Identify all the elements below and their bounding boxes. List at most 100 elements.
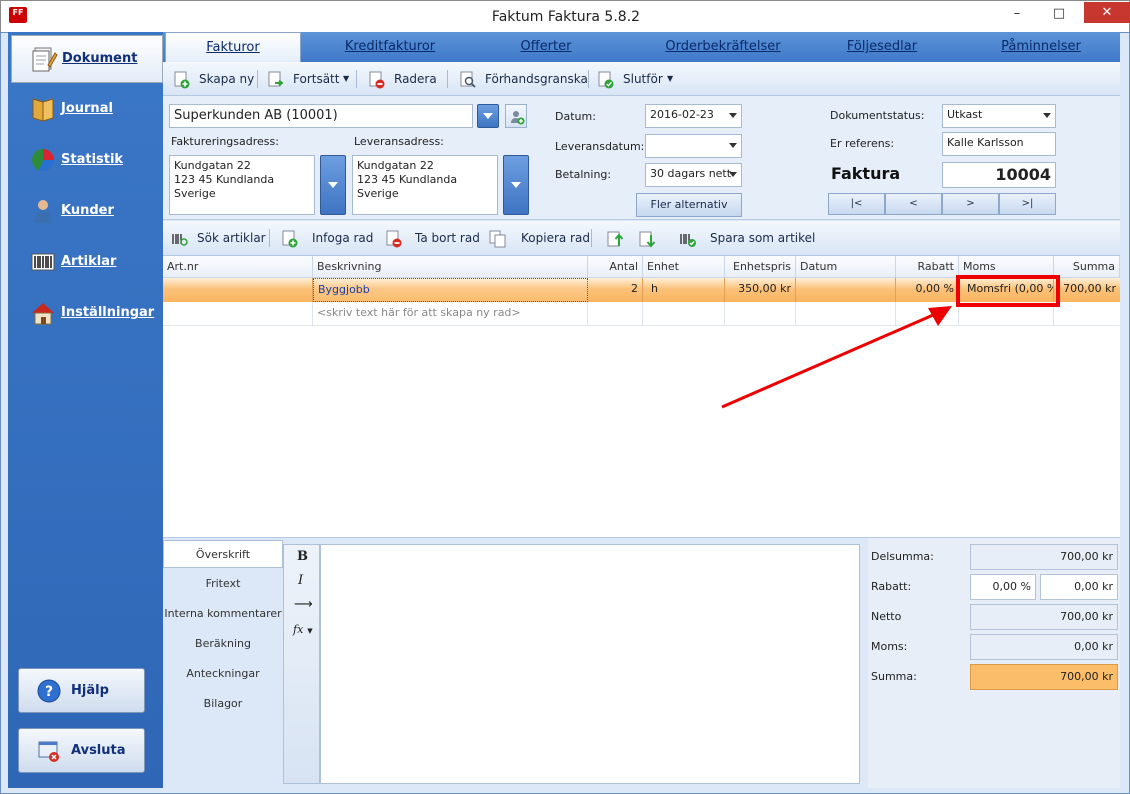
toolbar-separator — [356, 70, 357, 88]
search-articles-button[interactable]: Sök artiklar — [171, 223, 271, 253]
tab-overskrift[interactable]: Överskrift — [163, 540, 283, 568]
subtotal-label: Delsumma: — [871, 550, 934, 563]
discount-amount-field[interactable]: 0,00 kr — [1040, 574, 1118, 600]
tab-kreditfakturor[interactable]: Kreditfakturor — [303, 32, 477, 62]
reference-field[interactable]: Kalle Karlsson — [942, 132, 1056, 156]
save-as-article-label: Spara som artikel — [710, 231, 816, 245]
tab-bilagor[interactable]: Bilagor — [163, 690, 283, 718]
sidebar-item-statistik[interactable]: Statistik — [11, 137, 163, 185]
sidebar-item-installningar[interactable]: Inställningar — [11, 290, 163, 338]
address-line: Kundgatan 22 — [357, 159, 434, 172]
create-new-button[interactable]: Skapa ny — [173, 64, 254, 94]
chevron-down-icon — [729, 143, 737, 148]
delete-button[interactable]: Radera — [368, 64, 444, 94]
column-header-discount[interactable]: Rabatt — [896, 256, 959, 278]
customer-select[interactable]: Superkunden AB (10001) — [169, 104, 473, 128]
formula-button[interactable]: fx ▼ — [293, 623, 313, 636]
column-header-unit-price[interactable]: Enhetspris — [725, 256, 796, 278]
delivery-address-label: Leveransadress: — [354, 135, 444, 148]
new-row-cell[interactable] — [588, 302, 643, 326]
tab-interna-kommentarer[interactable]: Interna kommentarer — [163, 600, 283, 628]
finish-button[interactable]: Slutför ▼ — [597, 64, 677, 94]
tab-fakturor[interactable]: Fakturor — [165, 32, 301, 62]
column-header-qty[interactable]: Antal — [588, 256, 643, 278]
new-row-cell[interactable] — [1054, 302, 1120, 326]
copy-row-button[interactable]: Kopiera rad — [489, 223, 590, 253]
delete-label: Radera — [394, 72, 437, 86]
discount-label: Rabatt: — [871, 580, 912, 593]
payment-select[interactable]: 30 dagars nett — [645, 163, 742, 187]
add-customer-button[interactable] — [505, 104, 527, 128]
tab-label: Orderbekräftelser — [665, 39, 781, 54]
tab-foljesedlar[interactable]: Följesedlar — [831, 32, 933, 62]
continue-button[interactable]: Fortsätt ▼ — [267, 64, 351, 94]
vat-label: Moms: — [871, 640, 908, 653]
help-button[interactable]: ? Hjälp — [18, 668, 145, 713]
chevron-down-icon — [1043, 113, 1051, 118]
formula-label: fx — [293, 623, 304, 636]
new-row-placeholder[interactable]: <skriv text här för att skapa ny rad> — [313, 302, 588, 326]
discount-percent-field[interactable]: 0,00 % — [970, 574, 1036, 600]
billing-address-dropdown[interactable] — [320, 155, 346, 215]
column-header-date[interactable]: Datum — [796, 256, 896, 278]
date-picker[interactable]: 2016-02-23 — [645, 104, 742, 128]
exit-button[interactable]: Avsluta — [18, 728, 145, 773]
column-header-artnr[interactable]: Art.nr — [163, 256, 313, 278]
indent-button[interactable]: ⟶ — [294, 597, 313, 612]
delivery-address-dropdown[interactable] — [503, 155, 529, 215]
remove-row-button[interactable]: Ta bort rad — [385, 223, 480, 253]
insert-row-label: Infoga rad — [312, 231, 374, 245]
tab-label: Kreditfakturor — [344, 39, 436, 54]
text-editor[interactable] — [320, 544, 860, 784]
cell-artnr[interactable] — [163, 278, 313, 302]
sidebar: Dokument Journal Statistik Kunder Artikl… — [8, 32, 163, 788]
tab-label: Offerter — [520, 39, 572, 54]
remove-row-icon — [386, 230, 402, 248]
cell-sum[interactable]: 700,00 kr — [1054, 278, 1120, 302]
delivery-date-picker[interactable] — [645, 134, 742, 158]
sidebar-item-journal[interactable]: Journal — [11, 86, 163, 134]
more-options-button[interactable]: Fler alternativ — [636, 193, 742, 217]
italic-button[interactable]: I — [298, 573, 303, 588]
minimize-button[interactable]: – — [1002, 3, 1032, 25]
net-label: Netto — [871, 610, 902, 623]
tab-berakning[interactable]: Beräkning — [163, 630, 283, 658]
previous-record-button[interactable]: < — [885, 193, 942, 215]
toolbar-separator — [591, 229, 592, 247]
move-row-up-button[interactable] — [607, 223, 629, 253]
tab-orderbekraftelser[interactable]: Orderbekräftelser — [615, 32, 831, 62]
bold-button[interactable]: B — [297, 549, 308, 564]
column-header-sum[interactable]: Summa — [1054, 256, 1120, 278]
sidebar-item-kunder[interactable]: Kunder — [11, 188, 163, 236]
maximize-button[interactable]: □ — [1044, 3, 1074, 25]
barcode-search-icon — [172, 234, 188, 246]
document-status-select[interactable]: Utkast — [942, 104, 1056, 128]
tab-fritext[interactable]: Fritext — [163, 570, 283, 598]
insert-row-button[interactable]: Infoga rad — [281, 223, 374, 253]
move-row-down-button[interactable] — [639, 223, 661, 253]
new-row-cell[interactable] — [163, 302, 313, 326]
next-record-button[interactable]: > — [942, 193, 999, 215]
billing-address-field[interactable]: Kundgatan 22 123 45 Kundlanda Sverige — [169, 155, 315, 215]
column-header-description[interactable]: Beskrivning — [313, 256, 588, 278]
save-as-article-button[interactable]: Spara som artikel — [679, 223, 815, 253]
tab-anteckningar[interactable]: Anteckningar — [163, 660, 283, 688]
customer-dropdown-button[interactable] — [477, 104, 499, 128]
subtotal-value: 700,00 kr — [970, 544, 1118, 570]
sidebar-item-dokument[interactable]: Dokument — [11, 35, 163, 83]
tab-paminnelser[interactable]: Påminnelser — [963, 32, 1119, 62]
first-record-button[interactable]: |< — [828, 193, 885, 215]
chevron-down-icon: ▼ — [667, 74, 674, 83]
sidebar-item-artiklar[interactable]: Artiklar — [11, 239, 163, 287]
cell-description[interactable]: Byggjobb — [313, 278, 588, 302]
column-header-unit[interactable]: Enhet — [643, 256, 725, 278]
help-label: Hjälp — [71, 683, 109, 698]
address-line: 123 45 Kundlanda — [357, 173, 458, 186]
close-button[interactable]: ✕ — [1084, 2, 1130, 23]
tab-offerter[interactable]: Offerter — [477, 32, 615, 62]
cell-qty[interactable]: 2 — [588, 278, 643, 302]
delivery-address-field[interactable]: Kundgatan 22 123 45 Kundlanda Sverige — [352, 155, 498, 215]
preview-button[interactable]: Förhandsgranska — [459, 64, 588, 94]
last-record-button[interactable]: >| — [999, 193, 1056, 215]
toolbar-separator — [447, 70, 448, 88]
